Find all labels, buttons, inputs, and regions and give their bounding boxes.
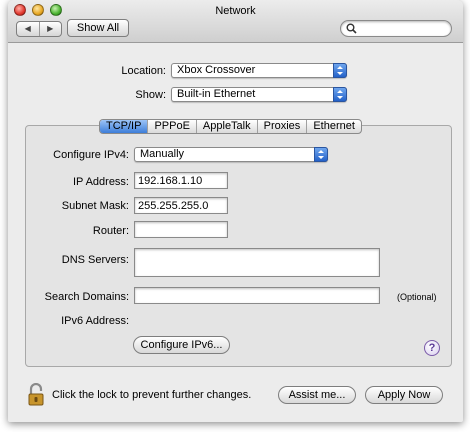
- tab-bar: TCP/IP PPPoE AppleTalk Proxies Ethernet: [99, 119, 362, 134]
- subnet-mask-field[interactable]: 255.255.255.0: [134, 197, 228, 214]
- show-value: Built-in Ethernet: [177, 88, 256, 100]
- window-title: Network: [215, 5, 256, 17]
- apply-now-button[interactable]: Apply Now: [365, 386, 443, 404]
- router-label: Router:: [92, 225, 129, 237]
- tab-pppoe[interactable]: PPPoE: [148, 120, 197, 133]
- ip-address-field[interactable]: 192.168.1.10: [134, 172, 228, 189]
- search-icon: [346, 23, 357, 34]
- configure-ipv4-popup[interactable]: Manually: [134, 147, 328, 162]
- location-popup[interactable]: Xbox Crossover: [171, 63, 347, 78]
- optional-hint: (Optional): [397, 292, 437, 302]
- tab-ethernet[interactable]: Ethernet: [307, 120, 361, 133]
- lock-message: Click the lock to prevent further change…: [52, 389, 252, 401]
- popup-arrows-icon: [314, 147, 328, 162]
- assist-me-button[interactable]: Assist me...: [278, 386, 356, 404]
- configure-ipv4-value: Manually: [140, 148, 185, 160]
- search-field[interactable]: [340, 20, 452, 37]
- location-value: Xbox Crossover: [177, 64, 256, 76]
- configure-ipv4-label: Configure IPv4:: [53, 149, 129, 161]
- subnet-mask-value: 255.255.255.0: [138, 200, 209, 212]
- ipv6-address-label: IPv6 Address:: [61, 315, 129, 327]
- popup-arrows-icon: [333, 63, 347, 78]
- popup-arrows-icon: [333, 87, 347, 102]
- search-domains-field[interactable]: [134, 287, 380, 304]
- ip-address-label: IP Address:: [72, 176, 129, 188]
- tab-tcpip[interactable]: TCP/IP: [100, 120, 149, 133]
- ip-address-value: 192.168.1.10: [138, 175, 203, 187]
- search-domains-label: Search Domains:: [44, 291, 129, 303]
- show-popup[interactable]: Built-in Ethernet: [171, 87, 347, 102]
- network-preferences-window: Network ◀ ▶ Show All Location: Xbox Cros…: [8, 0, 463, 422]
- tab-appletalk[interactable]: AppleTalk: [197, 120, 258, 133]
- dns-servers-field[interactable]: [134, 248, 380, 277]
- show-label: Show:: [135, 89, 166, 101]
- tab-proxies[interactable]: Proxies: [258, 120, 308, 133]
- back-forward-control: ◀ ▶: [16, 21, 62, 37]
- router-field[interactable]: [134, 221, 228, 238]
- lock-open-icon[interactable]: [28, 383, 46, 407]
- dns-servers-label: DNS Servers:: [61, 254, 129, 266]
- help-icon[interactable]: ?: [424, 340, 440, 356]
- location-label: Location:: [121, 65, 166, 77]
- configure-ipv6-button[interactable]: Configure IPv6...: [133, 336, 230, 354]
- forward-button[interactable]: ▶: [40, 22, 62, 36]
- show-all-button[interactable]: Show All: [67, 19, 129, 37]
- back-button[interactable]: ◀: [17, 22, 40, 36]
- subnet-mask-label: Subnet Mask:: [61, 200, 129, 212]
- title-bar: Network ◀ ▶ Show All: [8, 0, 463, 43]
